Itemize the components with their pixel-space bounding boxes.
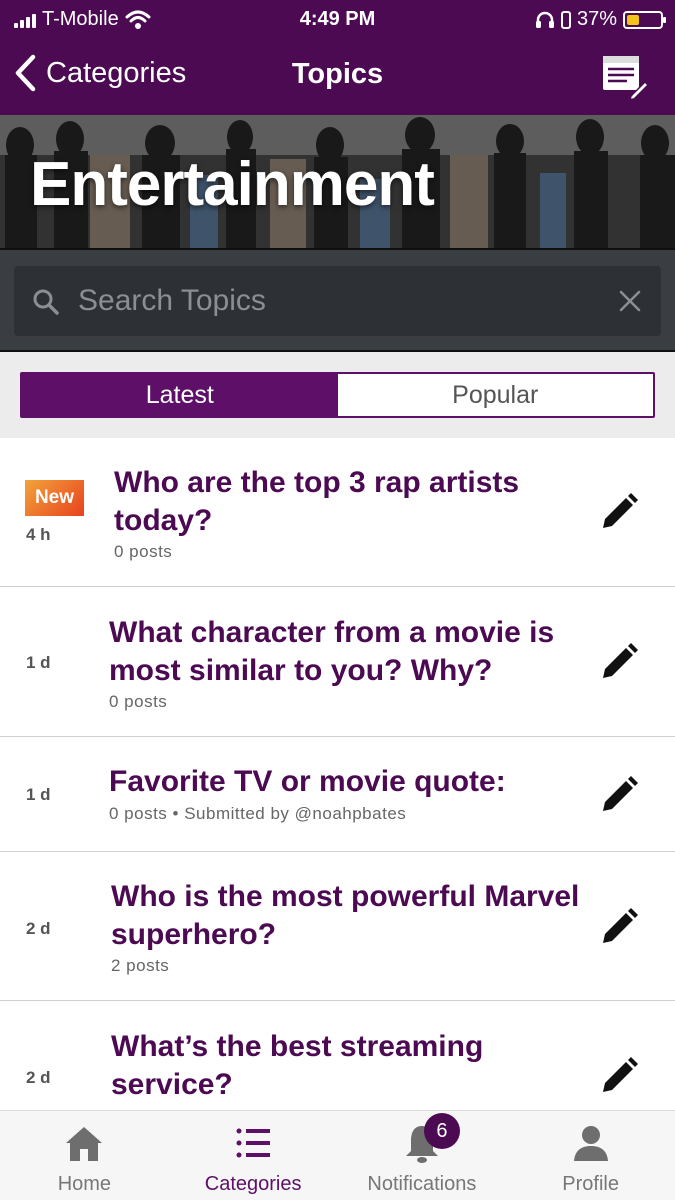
topic-age: 4 h (26, 525, 51, 544)
topic-title: Favorite TV or movie quote: (109, 765, 506, 798)
status-bar: T-Mobile 4:49 PM 37% (0, 0, 675, 40)
battery-icon (623, 10, 666, 29)
topic-meta: 2 posts (111, 956, 170, 975)
sort-tabs: Latest Popular (20, 372, 655, 418)
topic-meta: 0 posts (114, 542, 173, 561)
pencil-icon[interactable] (599, 492, 639, 532)
tab-latest[interactable]: Latest (22, 374, 338, 416)
bottom-tab-bar: Home Categories 6 Notifications Profile (0, 1110, 675, 1200)
search-input[interactable] (78, 278, 598, 324)
sort-tabs-container: Latest Popular (0, 352, 675, 438)
pencil-icon[interactable] (599, 907, 639, 947)
notification-count-badge: 6 (423, 1113, 460, 1149)
pencil-icon[interactable] (599, 775, 639, 815)
topic-age: 1 d (26, 653, 51, 672)
tab-categories[interactable]: Categories (169, 1111, 338, 1200)
nav-bar: Categories Topics (0, 42, 675, 112)
tab-notifications[interactable]: 6 Notifications (338, 1111, 507, 1200)
topic-meta: 0 posts • Submitted by @noahpbates (109, 804, 407, 823)
search-bar-container (0, 248, 675, 352)
battery-percent: 37% (576, 8, 617, 30)
tab-notifications-label: Notifications (367, 1173, 477, 1195)
page-title: Topics (291, 58, 384, 90)
new-badge: New (25, 480, 84, 516)
topic-age: 2 d (26, 919, 51, 938)
topic-age: 2 d (26, 1068, 51, 1087)
topic-title: What character from a movie is most simi… (109, 616, 555, 687)
tab-profile[interactable]: Profile (506, 1111, 675, 1200)
topic-title: Who is the most powerful Marvel superher… (111, 880, 580, 951)
tab-popular[interactable]: Popular (338, 374, 654, 416)
new-topic-icon[interactable] (601, 52, 649, 100)
topic-row[interactable]: 2 d What’s the best streaming service? (0, 1001, 675, 1110)
clear-icon[interactable] (617, 288, 643, 314)
tab-home[interactable]: Home (0, 1111, 169, 1200)
tab-profile-label: Profile (562, 1173, 619, 1195)
topic-row[interactable]: 1 d Favorite TV or movie quote: 0 posts … (0, 737, 675, 852)
category-banner: Entertainment (0, 115, 675, 248)
category-heading: Entertainment (30, 150, 435, 219)
topic-title: Who are the top 3 rap artists today? (114, 466, 520, 537)
headphones-icon (535, 11, 554, 28)
topic-row[interactable]: 2 d Who is the most powerful Marvel supe… (0, 852, 675, 1001)
top-bar: T-Mobile 4:49 PM 37% Categories Topics (0, 0, 675, 115)
search-bar (14, 266, 661, 336)
search-icon (33, 289, 59, 315)
orientation-lock-icon (560, 10, 571, 29)
home-icon (66, 1127, 103, 1161)
person-icon (573, 1126, 608, 1161)
tab-categories-label: Categories (204, 1173, 302, 1195)
pencil-icon[interactable] (599, 1056, 639, 1096)
topic-row[interactable]: 1 d What character from a movie is most … (0, 587, 675, 737)
topic-row[interactable]: New 4 h Who are the top 3 rap artists to… (0, 438, 675, 587)
tab-home-label: Home (57, 1173, 112, 1195)
topic-list: New 4 h Who are the top 3 rap artists to… (0, 438, 675, 1110)
pencil-icon[interactable] (599, 642, 639, 682)
topic-title: What’s the best streaming service? (111, 1030, 484, 1101)
topic-age: 1 d (26, 785, 51, 804)
topic-meta: 0 posts (109, 692, 168, 711)
list-icon (236, 1128, 271, 1158)
